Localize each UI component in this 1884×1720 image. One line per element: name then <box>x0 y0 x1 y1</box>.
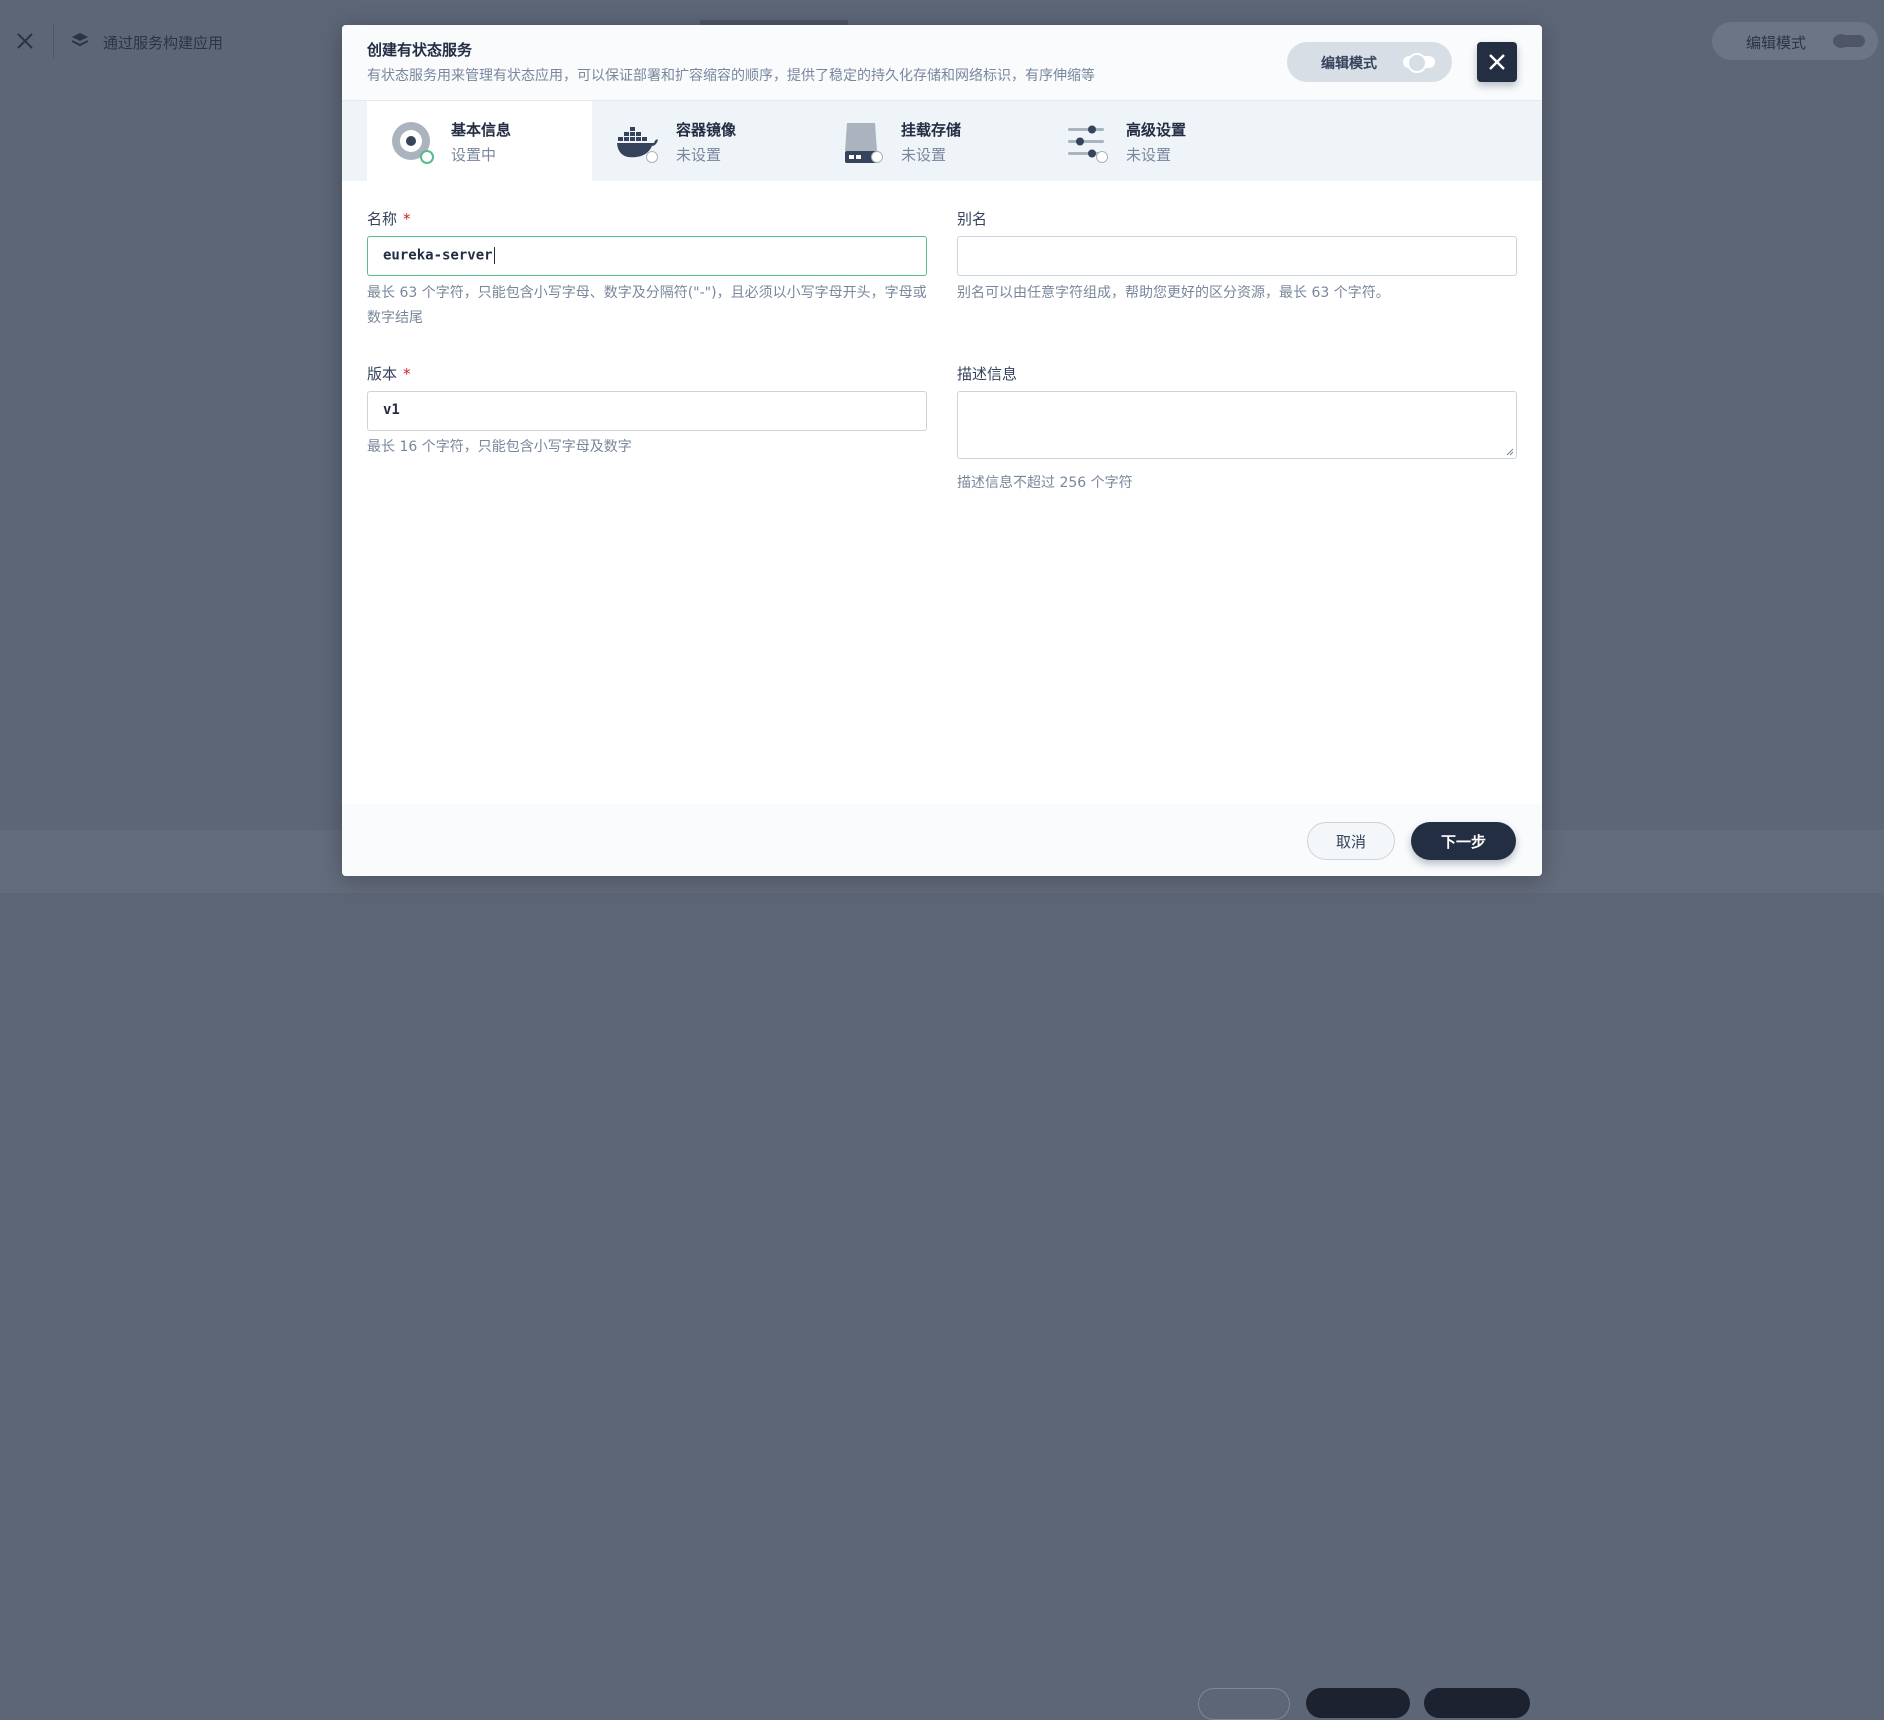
edit-mode-label: 编辑模式 <box>1321 56 1377 72</box>
version-field[interactable]: v1 <box>367 391 927 431</box>
step-title: 基本信息 <box>451 121 512 139</box>
cancel-button[interactable]: 取消 <box>1307 822 1395 860</box>
modal-description: 有状态服务用来管理有状态应用，可以保证部署和扩容缩容的顺序，提供了稳定的持久化存… <box>367 68 1095 84</box>
description-textarea[interactable] <box>957 391 1517 459</box>
close-icon <box>1489 54 1505 70</box>
edit-mode-label: 编辑模式 <box>1746 34 1807 52</box>
step-status: 设置中 <box>451 146 497 164</box>
background-button[interactable] <box>1424 1688 1530 1718</box>
toggle-icon <box>1833 34 1865 48</box>
required-mark: * <box>403 210 411 228</box>
step-container-image[interactable]: 容器镜像 未设置 <box>592 101 817 181</box>
description-label: 描述信息 <box>957 365 1018 383</box>
toggle-icon <box>1403 53 1435 73</box>
step-status-dot <box>871 151 883 163</box>
version-label: 版本 * <box>367 365 411 383</box>
step-status: 未设置 <box>901 146 947 164</box>
version-value: v1 <box>383 402 400 418</box>
modal-header: 创建有状态服务 有状态服务用来管理有状态应用，可以保证部署和扩容缩容的顺序，提供… <box>342 25 1542 101</box>
wizard-steps: 基本信息 设置中 容器镜像 未设置 挂载存储 未设置 高级设置 未设置 <box>342 101 1542 181</box>
description-hint: 描述信息不超过 256 个字符 <box>957 475 1133 491</box>
step-storage[interactable]: 挂载存储 未设置 <box>817 101 1042 181</box>
next-step-button[interactable]: 下一步 <box>1411 822 1516 860</box>
alias-label: 别名 <box>957 210 988 228</box>
modal-title: 创建有状态服务 <box>367 41 473 59</box>
step-status-dot <box>1096 151 1108 163</box>
version-hint: 最长 16 个字符，只能包含小写字母及数字 <box>367 439 632 455</box>
alias-field[interactable] <box>957 236 1517 276</box>
step-status-dot <box>646 151 658 163</box>
background-button[interactable] <box>1198 1688 1290 1720</box>
close-icon[interactable] <box>14 30 36 52</box>
edit-mode-button[interactable]: 编辑模式 <box>1287 42 1452 82</box>
text-caret <box>493 247 495 264</box>
step-status: 未设置 <box>1126 146 1172 164</box>
required-mark: * <box>403 365 411 383</box>
name-hint: 最长 63 个字符，只能包含小写字母、数字及分隔符("-")，且必须以小写字母开… <box>367 285 927 326</box>
name-field[interactable]: eureka-server <box>367 236 927 276</box>
layers-icon <box>71 33 89 47</box>
divider <box>53 24 54 58</box>
close-button[interactable] <box>1477 42 1517 82</box>
step-title: 高级设置 <box>1126 121 1187 139</box>
resize-handle-icon[interactable] <box>1504 446 1514 456</box>
step-title: 挂载存储 <box>901 121 962 139</box>
step-title: 容器镜像 <box>676 121 737 139</box>
step-basic-info[interactable]: 基本信息 设置中 <box>367 101 592 181</box>
name-label: 名称 * <box>367 210 411 228</box>
alias-hint: 别名可以由任意字符组成，帮助您更好的区分资源，最长 63 个字符。 <box>957 285 1390 301</box>
modal-footer: 取消 下一步 <box>342 804 1542 876</box>
background-edit-mode-button[interactable]: 编辑模式 <box>1712 22 1878 60</box>
step-advanced-settings[interactable]: 高级设置 未设置 <box>1042 101 1267 181</box>
create-stateful-service-modal: 创建有状态服务 有状态服务用来管理有状态应用，可以保证部署和扩容缩容的顺序，提供… <box>342 25 1542 876</box>
name-value: eureka-server <box>383 247 493 264</box>
background-button[interactable] <box>1306 1688 1410 1718</box>
app-title: 通过服务构建应用 <box>103 34 224 52</box>
step-status-dot <box>420 150 434 164</box>
step-status: 未设置 <box>676 146 722 164</box>
